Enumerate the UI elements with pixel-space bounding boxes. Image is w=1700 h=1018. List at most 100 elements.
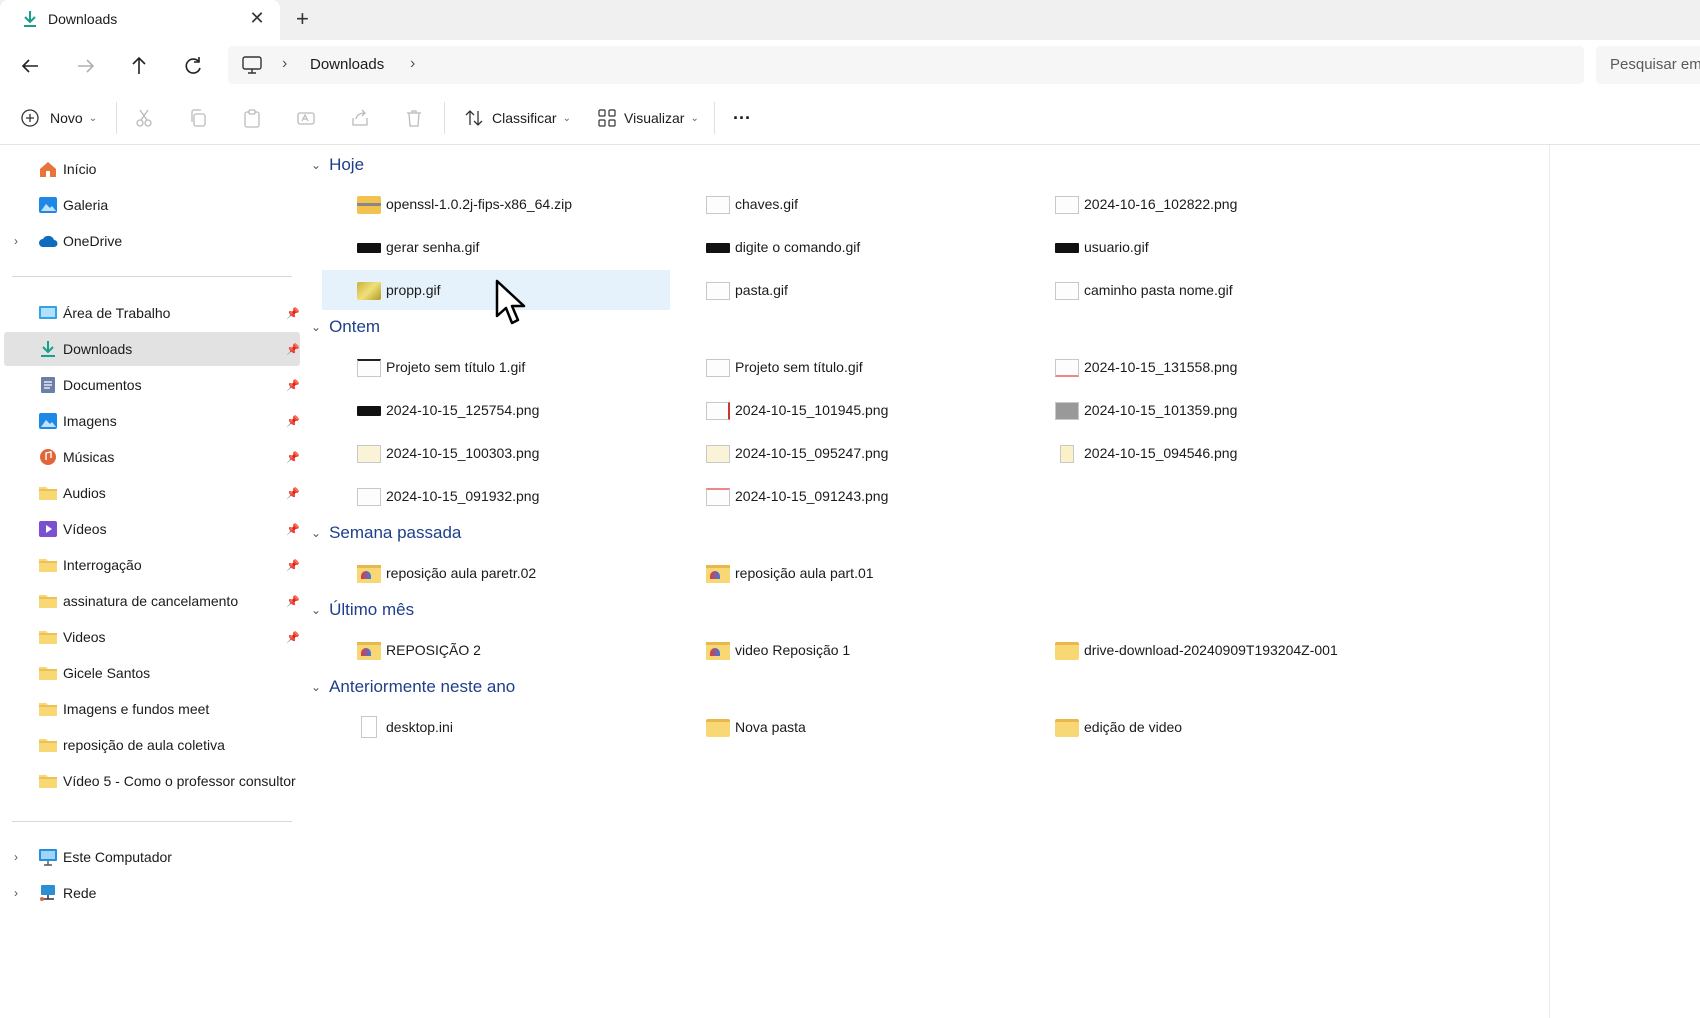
sidebar-item-onedrive[interactable]: › OneDrive (4, 224, 300, 258)
sidebar-item-label: Gicele Santos (63, 665, 151, 681)
command-bar: Novo ⌄ Classificar ⌄ Visualizar ⌄ ··· (0, 92, 1700, 145)
sidebar-item-gicele[interactable]: Gicele Santos (4, 656, 300, 690)
sidebar-item-audios[interactable]: Audios 📌 (4, 476, 300, 510)
sidebar-item-musicas[interactable]: Músicas 📌 (4, 440, 300, 474)
file-item[interactable]: digite o comando.gif (671, 227, 1019, 267)
folder-item[interactable]: video Reposição 1 (671, 630, 1019, 670)
pin-icon[interactable]: 📌 (286, 595, 300, 608)
chevron-right-icon[interactable]: › (282, 55, 287, 73)
chevron-down-icon[interactable]: ⌄ (311, 526, 321, 540)
pin-icon[interactable]: 📌 (286, 343, 300, 356)
file-item[interactable]: desktop.ini (322, 707, 670, 747)
new-tab-button[interactable]: + (296, 6, 309, 32)
folder-item[interactable]: drive-download-20240909T193204Z-001 (1020, 630, 1368, 670)
folder-item[interactable]: Nova pasta (671, 707, 1019, 747)
file-item[interactable]: Projeto sem título.gif (671, 347, 1019, 387)
sidebar-item-label: Início (63, 161, 97, 177)
new-label: Novo (50, 110, 83, 126)
cut-icon[interactable] (134, 108, 154, 128)
chevron-right-icon[interactable]: › (410, 55, 415, 73)
file-item[interactable]: 2024-10-15_091932.png (322, 476, 670, 516)
file-item[interactable]: 2024-10-15_100303.png (322, 433, 670, 473)
forward-icon[interactable] (72, 53, 98, 79)
pin-icon[interactable]: 📌 (286, 451, 300, 464)
chevron-right-icon[interactable]: › (14, 886, 18, 900)
file-item[interactable]: 2024-10-16_102822.png (1020, 184, 1368, 224)
folder-icon (39, 631, 57, 644)
view-button[interactable]: Visualizar ⌄ (598, 92, 699, 144)
sidebar-item-interrogacao[interactable]: Interrogação 📌 (4, 548, 300, 582)
address-bar[interactable]: › Downloads › (228, 46, 1584, 84)
pin-icon[interactable]: 📌 (286, 631, 300, 644)
sort-button[interactable]: Classificar ⌄ (464, 92, 571, 144)
file-item[interactable]: 2024-10-15_091243.png (671, 476, 1019, 516)
breadcrumb-downloads[interactable]: Downloads (310, 56, 384, 73)
file-item[interactable]: usuario.gif (1020, 227, 1368, 267)
file-item[interactable]: caminho pasta nome.gif (1020, 270, 1368, 310)
sidebar-item-documentos[interactable]: Documentos 📌 (4, 368, 300, 402)
tab-downloads[interactable]: Downloads ✕ (0, 0, 280, 40)
file-item[interactable]: gerar senha.gif (322, 227, 670, 267)
file-item[interactable]: Projeto sem título 1.gif (322, 347, 670, 387)
group-header-semana-passada[interactable]: ⌄ Semana passada (311, 523, 461, 543)
folder-item[interactable]: edição de video (1020, 707, 1368, 747)
sidebar-item-assinatura[interactable]: assinatura de cancelamento 📌 (4, 584, 300, 618)
back-icon[interactable] (18, 53, 44, 79)
chevron-right-icon[interactable]: › (14, 234, 18, 248)
sidebar-item-rede[interactable]: › Rede (4, 876, 300, 910)
group-header-ontem[interactable]: ⌄ Ontem (311, 317, 380, 337)
folder-icon (706, 719, 730, 737)
file-item[interactable]: pasta.gif (671, 270, 1019, 310)
sidebar-item-galeria[interactable]: Galeria (4, 188, 300, 222)
folder-item[interactable]: reposição aula part.01 (671, 553, 1019, 593)
pin-icon[interactable]: 📌 (286, 523, 300, 536)
pin-icon[interactable]: 📌 (286, 559, 300, 572)
pin-icon[interactable]: 📌 (286, 487, 300, 500)
sidebar-item-video5[interactable]: Vídeo 5 - Como o professor consultor pod… (4, 764, 300, 798)
file-item[interactable]: 2024-10-15_131558.png (1020, 347, 1368, 387)
file-item[interactable]: chaves.gif (671, 184, 1019, 224)
group-header-hoje[interactable]: ⌄ Hoje (311, 155, 364, 175)
chevron-down-icon[interactable]: ⌄ (311, 603, 321, 617)
chevron-down-icon[interactable]: ⌄ (311, 680, 321, 694)
group-header-anteriormente[interactable]: ⌄ Anteriormente neste ano (311, 677, 515, 697)
refresh-icon[interactable] (180, 53, 206, 79)
file-item[interactable]: 2024-10-15_125754.png (322, 390, 670, 430)
group-title: Hoje (329, 155, 365, 174)
paste-icon[interactable] (242, 108, 262, 128)
file-name: digite o comando.gif (735, 239, 861, 255)
sidebar-item-imagens-fundos[interactable]: Imagens e fundos meet (4, 692, 300, 726)
sidebar-item-este-computador[interactable]: › Este Computador (4, 840, 300, 874)
delete-icon[interactable] (404, 108, 424, 128)
share-icon[interactable] (350, 108, 370, 128)
sidebar-item-downloads[interactable]: Downloads 📌 (4, 332, 300, 366)
file-item[interactable]: 2024-10-15_101945.png (671, 390, 1019, 430)
rename-icon[interactable] (296, 108, 316, 128)
sidebar-item-imagens[interactable]: Imagens 📌 (4, 404, 300, 438)
new-button[interactable]: Novo ⌄ (20, 92, 97, 144)
copy-icon[interactable] (188, 108, 208, 128)
folder-item[interactable]: reposição aula paretr.02 (322, 553, 670, 593)
pin-icon[interactable]: 📌 (286, 415, 300, 428)
chevron-down-icon[interactable]: ⌄ (311, 320, 321, 334)
pin-icon[interactable]: 📌 (286, 379, 300, 392)
file-item[interactable]: 2024-10-15_094546.png (1020, 433, 1368, 473)
up-icon[interactable] (126, 53, 152, 79)
file-item[interactable]: 2024-10-15_101359.png (1020, 390, 1368, 430)
sidebar-item-reposicao[interactable]: reposição de aula coletiva (4, 728, 300, 762)
sidebar-item-videos[interactable]: Videos 📌 (4, 620, 300, 654)
group-header-ultimo-mes[interactable]: ⌄ Último mês (311, 600, 414, 620)
file-item[interactable]: 2024-10-15_095247.png (671, 433, 1019, 473)
pin-icon[interactable]: 📌 (286, 307, 300, 320)
sidebar-item-inicio[interactable]: Início (4, 152, 300, 186)
folder-item[interactable]: REPOSIÇÃO 2 (322, 630, 670, 670)
more-options-button[interactable]: ··· (733, 92, 751, 144)
sidebar-item-desktop[interactable]: Área de Trabalho 📌 (4, 296, 300, 330)
search-box[interactable]: Pesquisar em (1596, 46, 1700, 84)
chevron-down-icon[interactable]: ⌄ (311, 158, 321, 172)
close-tab-icon[interactable]: ✕ (246, 8, 268, 29)
computer-icon[interactable] (242, 56, 262, 74)
file-item[interactable]: openssl-1.0.2j-fips-x86_64.zip (322, 184, 670, 224)
sidebar-item-videos-lib[interactable]: Vídeos 📌 (4, 512, 300, 546)
chevron-right-icon[interactable]: › (14, 850, 18, 864)
